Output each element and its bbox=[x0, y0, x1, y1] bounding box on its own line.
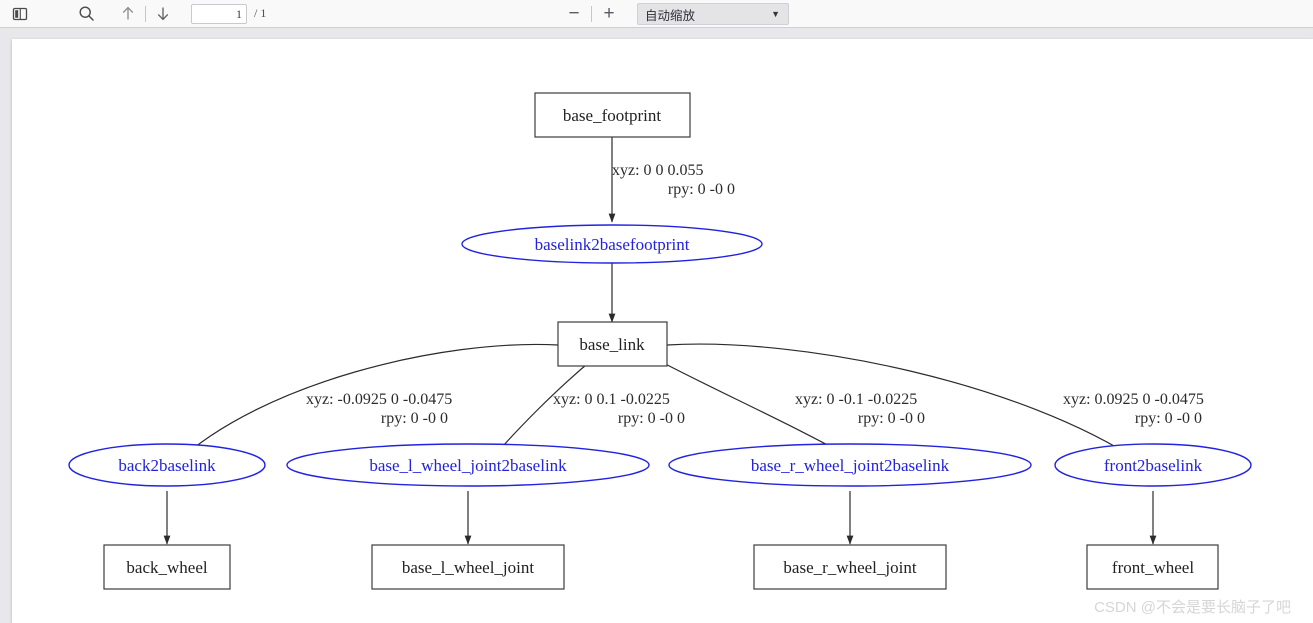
node-front-wheel[interactable]: front_wheel bbox=[1086, 544, 1219, 590]
node-label: baselink2basefootprint bbox=[535, 235, 690, 254]
arrow-down-icon bbox=[157, 7, 169, 21]
zoom-in-icon: + bbox=[603, 2, 615, 24]
chevron-down-icon: ▼ bbox=[771, 9, 780, 19]
node-base-r-wheel-joint2baselink[interactable]: base_r_wheel_joint2baselink bbox=[668, 443, 1032, 487]
node-front2baselink[interactable]: front2baselink bbox=[1054, 443, 1252, 487]
find-button[interactable] bbox=[72, 2, 100, 26]
pdf-page: xyz: 0 0 0.055 rpy: 0 -0 0 xyz: -0.0925 … bbox=[12, 39, 1313, 623]
page-count-label: / 1 bbox=[254, 6, 267, 20]
zoom-in-button[interactable]: + bbox=[595, 2, 623, 26]
pdf-viewer-area[interactable]: xyz: 0 0 0.055 rpy: 0 -0 0 xyz: -0.0925 … bbox=[0, 28, 1313, 623]
node-label: front_wheel bbox=[1112, 558, 1194, 577]
edge-label-basel-wheel-joint2baselink: xyz: 0 0.1 -0.0225 rpy: 0 -0 0 bbox=[553, 391, 685, 427]
edge-label-xyz: xyz: 0.0925 0 -0.0475 bbox=[1063, 391, 1204, 408]
sidebar-toggle-button[interactable] bbox=[6, 2, 34, 26]
pdf-toolbar: 1 / 1 − + 自动缩放 ▼ bbox=[0, 0, 1313, 28]
sidebar-toggle-icon bbox=[12, 7, 28, 20]
edge-label-rpy: rpy: 0 -0 0 bbox=[668, 181, 735, 198]
edge-label-xyz: xyz: -0.0925 0 -0.0475 bbox=[306, 391, 452, 408]
zoom-level-select[interactable]: 自动缩放 ▼ bbox=[637, 3, 789, 25]
arrow-up-icon bbox=[122, 6, 134, 20]
edge-label-baser-wheel-joint2baselink: xyz: 0 -0.1 -0.0225 rpy: 0 -0 0 bbox=[795, 391, 925, 427]
edge-label-xyz: xyz: 0 0 0.055 bbox=[612, 162, 704, 179]
node-label: base_l_wheel_joint2baselink bbox=[369, 456, 567, 475]
node-label: back_wheel bbox=[126, 558, 207, 577]
node-base-l-wheel-joint[interactable]: base_l_wheel_joint bbox=[371, 544, 565, 590]
node-base-l-wheel-joint2baselink[interactable]: base_l_wheel_joint2baselink bbox=[286, 443, 650, 487]
zoom-controls: − + 自动缩放 ▼ bbox=[560, 0, 789, 28]
next-page-button[interactable] bbox=[149, 2, 177, 26]
node-back2baselink[interactable]: back2baselink bbox=[68, 443, 266, 487]
edge-label-back2baselink: xyz: -0.0925 0 -0.0475 rpy: 0 -0 0 bbox=[306, 391, 452, 427]
edge-label-rpy: rpy: 0 -0 0 bbox=[381, 410, 448, 427]
edge-label-rpy: rpy: 0 -0 0 bbox=[1135, 410, 1202, 427]
toolbar-divider bbox=[145, 5, 146, 22]
node-label: base_link bbox=[579, 335, 645, 354]
node-label: base_footprint bbox=[563, 106, 661, 125]
previous-page-button[interactable] bbox=[114, 2, 142, 26]
zoom-out-button[interactable]: − bbox=[560, 2, 588, 26]
zoom-divider bbox=[591, 6, 592, 22]
edge-label-xyz: xyz: 0 -0.1 -0.0225 bbox=[795, 391, 917, 408]
csdn-watermark: CSDN @不会是要长脑子了吧 bbox=[1094, 599, 1291, 616]
node-base-footprint[interactable]: base_footprint bbox=[534, 92, 691, 138]
edge-label-basefootprint: xyz: 0 0 0.055 rpy: 0 -0 0 bbox=[612, 162, 735, 198]
node-back-wheel[interactable]: back_wheel bbox=[103, 544, 231, 590]
node-base-r-wheel-joint[interactable]: base_r_wheel_joint bbox=[753, 544, 947, 590]
node-label: base_r_wheel_joint bbox=[783, 558, 916, 577]
page-number-input[interactable]: 1 bbox=[191, 3, 247, 24]
node-label: base_l_wheel_joint bbox=[402, 558, 534, 577]
node-label: base_r_wheel_joint2baselink bbox=[751, 456, 950, 475]
node-baselink2basefootprint[interactable]: baselink2basefootprint bbox=[461, 224, 763, 264]
edge-label-rpy: rpy: 0 -0 0 bbox=[858, 410, 925, 427]
zoom-out-icon: − bbox=[568, 2, 580, 24]
urdf-tree-graph: xyz: 0 0 0.055 rpy: 0 -0 0 xyz: -0.0925 … bbox=[68, 92, 1252, 590]
node-label: back2baselink bbox=[118, 456, 216, 475]
edge-label-rpy: rpy: 0 -0 0 bbox=[618, 410, 685, 427]
zoom-level-value: 自动缩放 bbox=[645, 8, 696, 23]
edge-label-front2baselink: xyz: 0.0925 0 -0.0475 rpy: 0 -0 0 bbox=[1063, 391, 1204, 427]
edge-label-xyz: xyz: 0 0.1 -0.0225 bbox=[553, 391, 670, 408]
search-icon bbox=[78, 6, 94, 21]
node-label: front2baselink bbox=[1104, 456, 1203, 475]
node-base-link[interactable]: base_link bbox=[557, 321, 668, 367]
